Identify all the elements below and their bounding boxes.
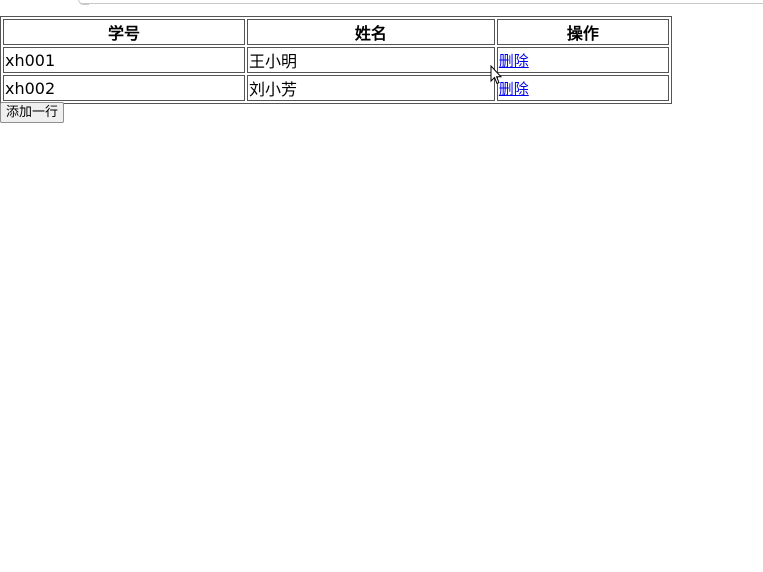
cell-action: 删除	[496, 47, 669, 73]
header-student-id: 学号	[3, 19, 245, 45]
cell-action: 删除	[496, 75, 669, 101]
mouse-pointer-icon	[490, 65, 502, 85]
table-header-row: 学号 姓名 操作	[3, 19, 669, 45]
header-action: 操作	[496, 19, 669, 45]
add-row-button[interactable]: 添加一行	[0, 102, 65, 123]
table-row: xh002 刘小芳 删除	[3, 75, 669, 101]
browser-chrome-edge	[0, 0, 763, 8]
cell-student-id: xh002	[3, 75, 245, 101]
delete-link[interactable]: 删除	[499, 52, 529, 70]
cell-name: 刘小芳	[247, 75, 495, 101]
student-table: 学号 姓名 操作 xh001 王小明 删除 xh002 刘小芳 删除	[0, 16, 672, 104]
cell-name: 王小明	[247, 47, 495, 73]
delete-link[interactable]: 删除	[499, 80, 529, 98]
cell-student-id: xh001	[3, 47, 245, 73]
header-name: 姓名	[247, 19, 495, 45]
chrome-line	[80, 3, 763, 4]
table-row: xh001 王小明 删除	[3, 47, 669, 73]
